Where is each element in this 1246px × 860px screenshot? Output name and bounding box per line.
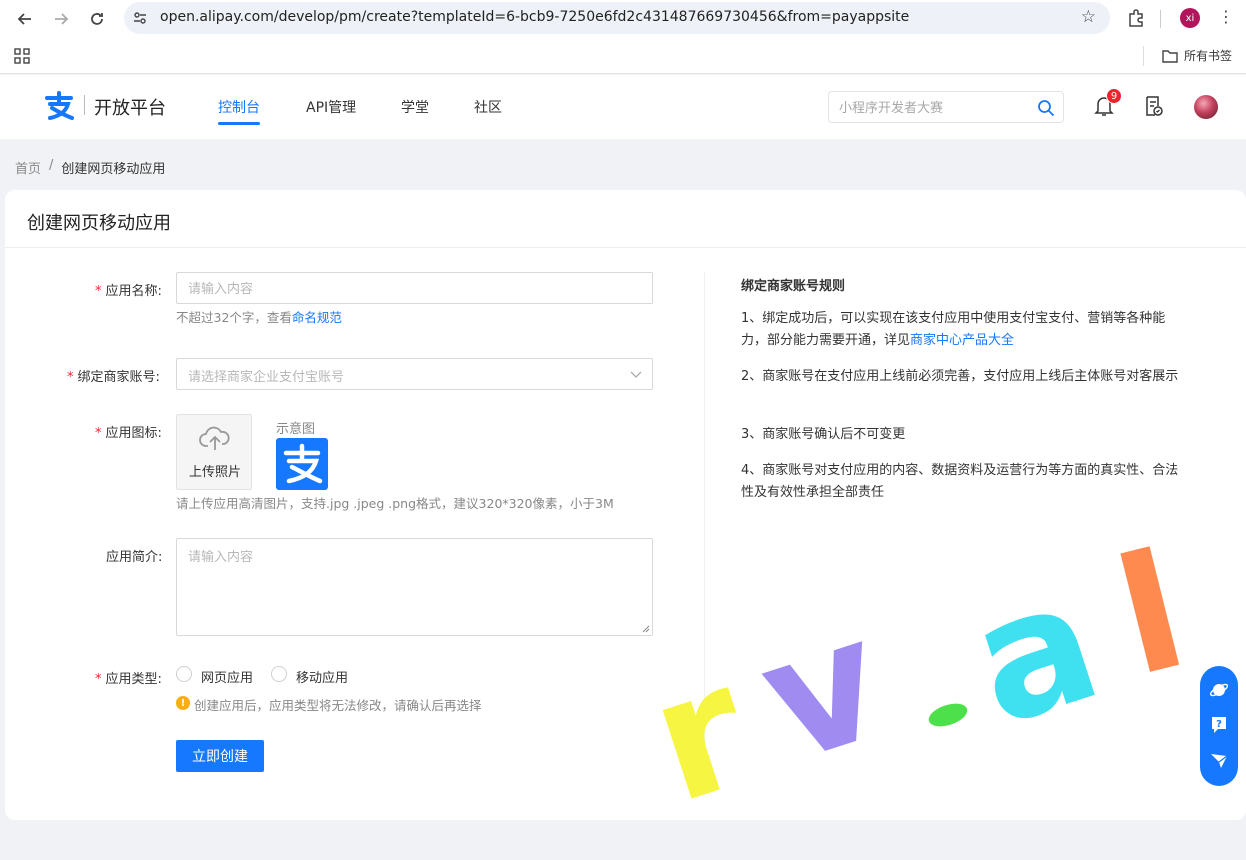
browser-menu-icon[interactable]: ⋮ bbox=[1218, 7, 1234, 26]
merchant-select-placeholder: 请选择商家企业支付宝账号 bbox=[188, 370, 345, 385]
description-textarea[interactable] bbox=[188, 546, 638, 628]
required-mark: * bbox=[95, 426, 102, 441]
nav-console[interactable]: 控制台 bbox=[218, 97, 260, 117]
breadcrumb-separator: / bbox=[49, 158, 54, 173]
nav-academy[interactable]: 学堂 bbox=[401, 97, 429, 117]
forward-icon[interactable] bbox=[50, 8, 72, 30]
svg-text:?: ? bbox=[1216, 719, 1222, 730]
app-type-label-text: 应用类型: bbox=[105, 672, 162, 687]
rule-item-3: 3、商家账号确认后不可变更 bbox=[741, 427, 906, 442]
app-name-label-text: 应用名称: bbox=[105, 284, 162, 299]
required-mark: * bbox=[95, 284, 102, 299]
merchant-label-text: 绑定商家账号: bbox=[77, 370, 160, 385]
breadcrumb-current: 创建网页移动应用 bbox=[61, 162, 166, 177]
page-title: 创建网页移动应用 bbox=[27, 213, 171, 234]
url-text[interactable]: open.alipay.com/develop/pm/create?templa… bbox=[160, 9, 909, 25]
naming-rules-link[interactable]: 命名规范 bbox=[292, 310, 342, 325]
document-check-icon[interactable] bbox=[1144, 95, 1164, 117]
address-bar[interactable]: open.alipay.com/develop/pm/create?templa… bbox=[124, 2, 1110, 34]
description-field bbox=[176, 538, 653, 636]
nav-api-management[interactable]: API管理 bbox=[306, 97, 356, 117]
feedback-send-icon[interactable] bbox=[1209, 750, 1229, 770]
app-name-field bbox=[176, 272, 653, 304]
toolbar-divider bbox=[1160, 10, 1161, 28]
alipay-logo-icon[interactable] bbox=[42, 91, 76, 121]
rule-item-4: 4、商家账号对支付应用的内容、数据资料及运营行为等方面的真实性、合法性及有效性承… bbox=[741, 463, 1179, 500]
column-divider bbox=[704, 272, 705, 792]
app-type-warning: 创建应用后，应用类型将无法修改，请确认后再选择 bbox=[194, 698, 482, 713]
search-icon[interactable] bbox=[1037, 99, 1055, 117]
rule-item-2: 2、商家账号在支付应用上线前必须完善，支付应用上线后主体账号对客展示 bbox=[741, 369, 1179, 384]
platform-name[interactable]: 开放平台 bbox=[94, 94, 166, 120]
all-bookmarks-label: 所有书签 bbox=[1184, 49, 1233, 63]
all-bookmarks-button[interactable]: 所有书签 bbox=[1162, 47, 1232, 64]
app-name-label: * 应用名称: bbox=[95, 280, 162, 299]
warning-icon: ! bbox=[176, 696, 190, 710]
back-icon[interactable] bbox=[14, 8, 36, 30]
app-name-input[interactable] bbox=[188, 280, 638, 298]
resize-handle-icon[interactable] bbox=[642, 625, 650, 633]
bookmark-star-icon[interactable]: ☆ bbox=[1081, 7, 1096, 27]
bookmarks-separator bbox=[1143, 46, 1144, 66]
app-name-hint-text: 不超过32个字，查看 bbox=[176, 310, 292, 325]
extensions-icon[interactable] bbox=[1126, 8, 1146, 28]
apps-grid-icon[interactable] bbox=[14, 48, 30, 64]
merchant-select[interactable]: 请选择商家企业支付宝账号 bbox=[176, 358, 653, 390]
app-icon-hint: 请上传应用高清图片，支持.jpg .jpeg .png格式，建议320*320像… bbox=[176, 496, 614, 511]
browser-toolbar: open.alipay.com/develop/pm/create?templa… bbox=[0, 0, 1246, 38]
profile-avatar[interactable]: xi bbox=[1180, 8, 1200, 28]
create-now-button[interactable]: 立即创建 bbox=[176, 740, 264, 772]
app-name-hint: 不超过32个字，查看命名规范 bbox=[176, 307, 342, 326]
rules-title: 绑定商家账号规则 bbox=[741, 279, 846, 294]
reload-icon[interactable] bbox=[86, 8, 108, 30]
title-divider bbox=[5, 247, 1246, 248]
upload-photo-button[interactable]: 上传照片 bbox=[176, 414, 252, 490]
radio-web-app-label[interactable]: 网页应用 bbox=[201, 667, 253, 686]
app-icon-label-text: 应用图标: bbox=[105, 426, 162, 441]
required-mark: * bbox=[95, 672, 102, 687]
description-label: 应用简介: bbox=[106, 550, 163, 565]
breadcrumb-home[interactable]: 首页 bbox=[15, 158, 41, 177]
cloud-upload-icon bbox=[199, 426, 230, 450]
rule-item-1: 1、绑定成功后，可以实现在该支付应用中使用支付宝支付、营销等各种能力，部分能力需… bbox=[741, 308, 1191, 352]
app-type-label: * 应用类型: bbox=[95, 668, 162, 687]
app-header: 开放平台 控制台 API管理 学堂 社区 9 bbox=[0, 75, 1246, 139]
floating-help-widget: ? bbox=[1200, 666, 1238, 786]
nav-active-indicator bbox=[218, 122, 260, 125]
radio-web-app[interactable] bbox=[176, 666, 192, 682]
merchant-label: * 绑定商家账号: bbox=[67, 366, 160, 385]
create-app-card: 创建网页移动应用 *应用名称: 不超过32个字，查看命名规范 *绑定商家账号: … bbox=[5, 190, 1246, 820]
breadcrumb: 首页 / 创建网页移动应用 bbox=[15, 158, 165, 177]
bookmarks-bar: 所有书签 bbox=[0, 38, 1246, 74]
sample-label: 示意图 bbox=[276, 422, 316, 437]
logo-separator bbox=[84, 95, 85, 115]
planet-icon[interactable] bbox=[1209, 680, 1229, 700]
site-search bbox=[828, 91, 1064, 123]
user-avatar[interactable] bbox=[1194, 95, 1218, 119]
sample-alipay-icon bbox=[276, 438, 328, 490]
site-settings-icon[interactable] bbox=[132, 10, 148, 26]
radio-mobile-app-label[interactable]: 移动应用 bbox=[296, 667, 348, 686]
chevron-down-icon bbox=[630, 371, 642, 378]
radio-mobile-app[interactable] bbox=[271, 666, 287, 682]
folder-icon bbox=[1162, 49, 1178, 63]
site-search-input[interactable] bbox=[839, 98, 1029, 118]
app-icon-label: * 应用图标: bbox=[95, 422, 162, 441]
notification-badge: 9 bbox=[1106, 88, 1122, 104]
nav-community[interactable]: 社区 bbox=[474, 97, 502, 117]
upload-photo-label: 上传照片 bbox=[188, 465, 241, 480]
merchant-products-link[interactable]: 商家中心产品大全 bbox=[910, 333, 1014, 348]
required-mark: * bbox=[67, 370, 74, 385]
help-question-icon[interactable]: ? bbox=[1209, 715, 1229, 735]
